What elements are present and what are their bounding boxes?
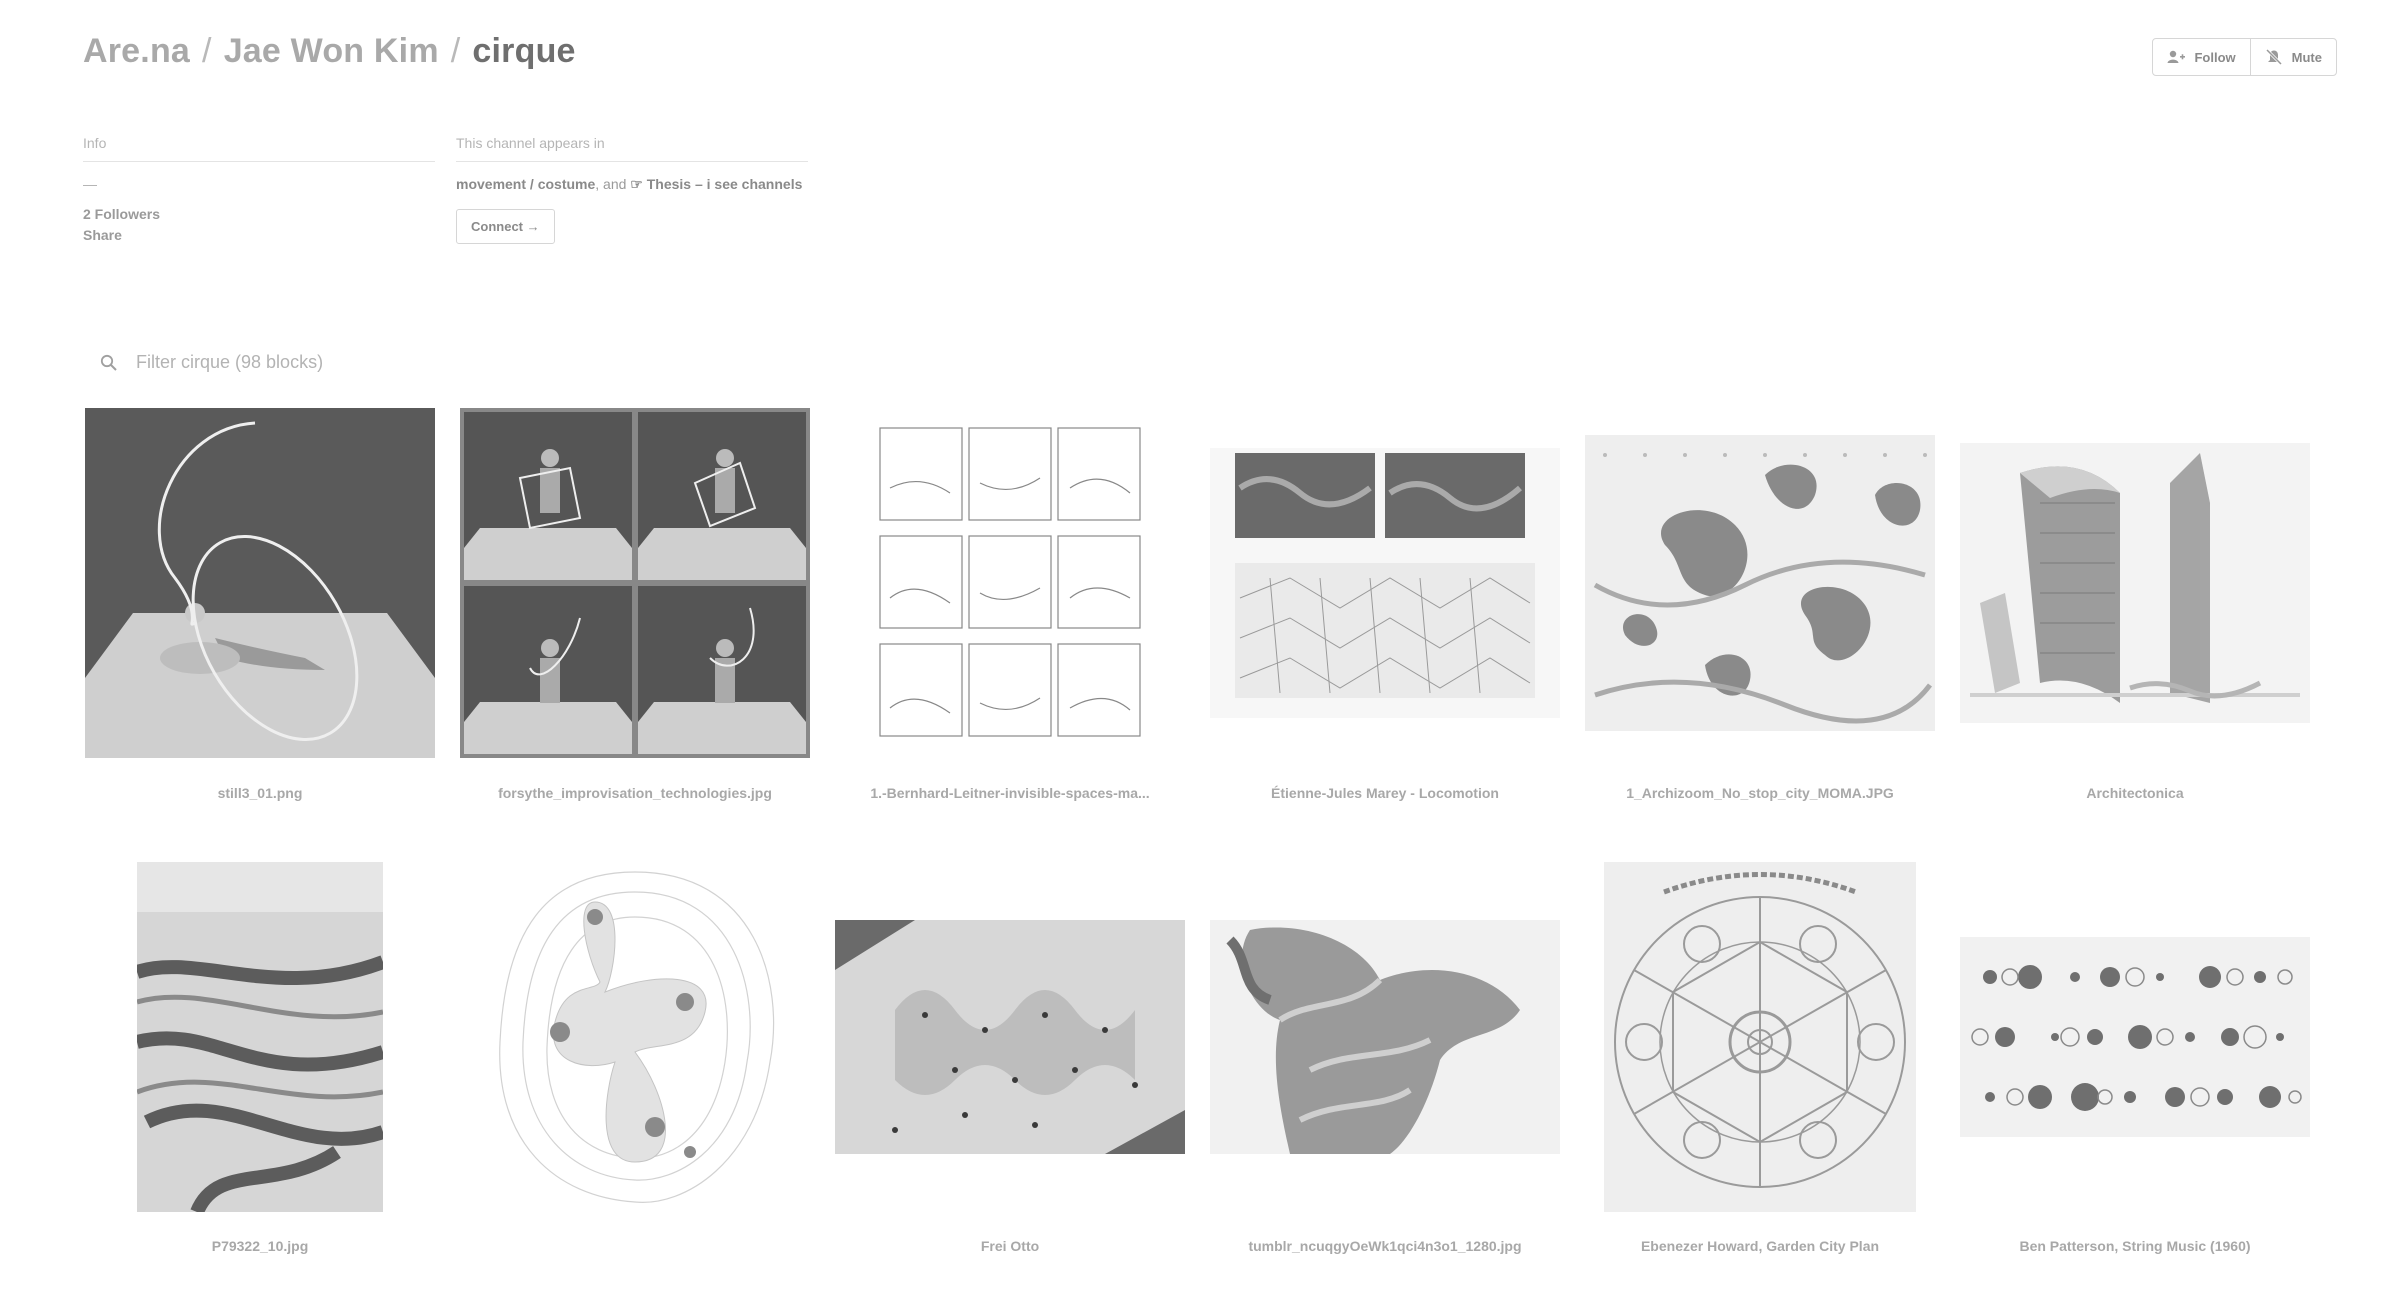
block-title[interactable]: forsythe_improvisation_technologies.jpg — [460, 785, 810, 801]
breadcrumb-separator: / — [202, 32, 212, 70]
block-thumbnail[interactable] — [460, 408, 810, 758]
mute-icon — [2265, 49, 2282, 65]
info-heading: Info — [83, 135, 435, 162]
garden-city-plan-image — [1604, 862, 1916, 1212]
breadcrumb-root[interactable]: Are.na — [83, 32, 190, 70]
block-title[interactable]: tumblr_ncuqgyOeWk1qci4n3o1_1280.jpg — [1210, 1238, 1560, 1254]
breadcrumb: Are.na / Jae Won Kim / cirque — [83, 32, 576, 71]
cloth-figure-image — [1210, 920, 1560, 1154]
channel-actions: Follow Mute — [2152, 38, 2337, 76]
breadcrumb-user[interactable]: Jae Won Kim — [224, 32, 439, 70]
block-title[interactable]: still3_01.png — [85, 785, 435, 801]
block-thumbnail[interactable] — [1210, 408, 1560, 758]
followers-link[interactable]: 2 Followers — [83, 204, 435, 225]
block-thumbnail[interactable] — [1960, 408, 2310, 758]
search-icon — [100, 354, 117, 371]
four-panel-dancer-image — [460, 408, 810, 758]
aerial-photo-image — [137, 862, 383, 1212]
block-thumbnail[interactable] — [1960, 862, 2310, 1212]
filter-bar — [100, 352, 736, 373]
block-thumbnail[interactable] — [1585, 408, 1935, 758]
block-title[interactable]: 1_Archizoom_No_stop_city_MOMA.JPG — [1585, 785, 1935, 801]
appears-in-list: movement / costume, and ☞ Thesis – i see… — [456, 174, 808, 195]
share-link[interactable]: Share — [83, 225, 435, 246]
filter-input[interactable] — [136, 352, 736, 373]
breadcrumb-separator: / — [450, 32, 461, 70]
motion-study-image — [1210, 448, 1560, 718]
list-joiner: , and — [595, 176, 631, 192]
block-thumbnail[interactable] — [85, 408, 435, 758]
block-title[interactable]: 1.-Bernhard-Leitner-invisible-spaces-ma.… — [835, 785, 1185, 801]
mute-button[interactable]: Mute — [2249, 39, 2336, 75]
block-title[interactable]: Ben Patterson, String Music (1960) — [1960, 1238, 2310, 1254]
blob-plan-image — [1585, 435, 1935, 731]
block-title[interactable]: Frei Otto — [835, 1238, 1185, 1254]
follow-label: Follow — [2194, 49, 2236, 65]
connect-button[interactable]: Connect → — [456, 209, 555, 244]
block-title[interactable]: Architectonica — [1960, 785, 2310, 801]
grid-room-diagrams-image — [870, 418, 1150, 748]
appears-in-section: This channel appears in movement / costu… — [456, 135, 808, 244]
breadcrumb-channel[interactable]: cirque — [472, 32, 575, 70]
building-render-image — [1960, 443, 2310, 723]
block-title[interactable]: Étienne-Jules Marey - Locomotion — [1210, 785, 1560, 801]
block-thumbnail[interactable] — [460, 862, 810, 1212]
block-thumbnail[interactable] — [1210, 862, 1560, 1212]
mute-label: Mute — [2291, 49, 2322, 65]
block-thumbnail[interactable] — [835, 862, 1185, 1212]
contour-diagram-image — [485, 862, 785, 1212]
block-title[interactable]: Ebenezer Howard, Garden City Plan — [1585, 1238, 1935, 1254]
connected-channel-link[interactable]: ☞ Thesis – i see channels — [630, 176, 802, 192]
block-title[interactable]: P79322_10.jpg — [85, 1238, 435, 1254]
channel-description: — — [83, 176, 97, 192]
add-user-icon — [2167, 50, 2186, 63]
appears-in-heading: This channel appears in — [456, 135, 808, 162]
membrane-model-image — [835, 920, 1185, 1154]
block-thumbnail[interactable] — [1585, 862, 1935, 1212]
figure-with-ribbon-image — [85, 408, 435, 758]
info-section: Info — 2 Followers Share — [83, 135, 435, 246]
block-thumbnail[interactable] — [835, 408, 1185, 758]
connected-channel-link[interactable]: movement / costume — [456, 176, 595, 192]
follow-button[interactable]: Follow — [2153, 39, 2249, 75]
circle-score-image — [1960, 937, 2310, 1137]
block-thumbnail[interactable] — [85, 862, 435, 1212]
